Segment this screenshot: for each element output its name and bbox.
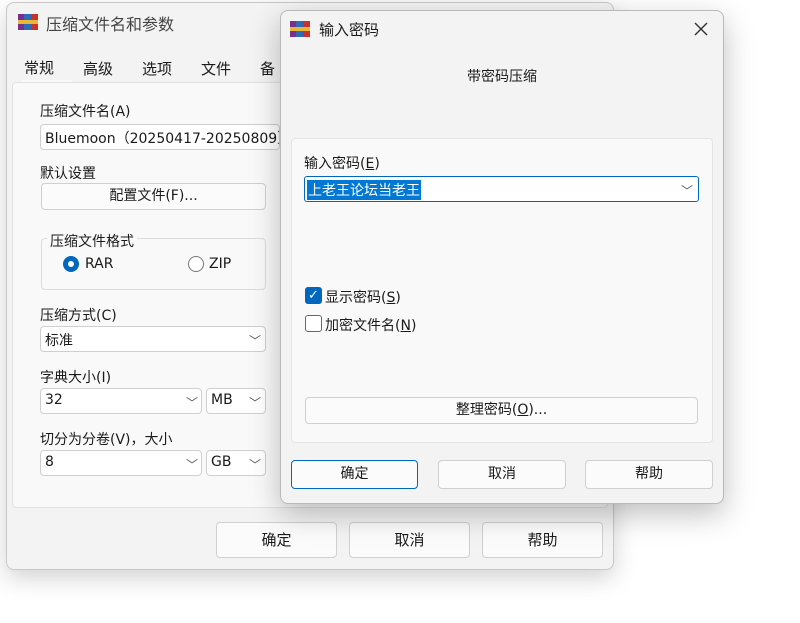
organize-passwords-button[interactable]: 整理密码(O)...	[305, 397, 698, 424]
chevron-down-icon: ﹀	[186, 396, 199, 410]
archive-name-label: 压缩文件名(A)	[40, 104, 131, 120]
chevron-down-icon: ﹀	[249, 334, 262, 348]
front-cancel-button[interactable]: 取消	[438, 460, 566, 489]
front-dialog-title: 输入密码	[319, 21, 380, 39]
radio-rar-label[interactable]: RAR	[85, 256, 113, 272]
close-icon[interactable]	[688, 16, 714, 42]
chevron-down-icon: ﹀	[249, 458, 262, 472]
organize-key: O	[517, 402, 529, 418]
encrypt-names-key: N	[400, 318, 411, 334]
radio-zip-label[interactable]: ZIP	[209, 256, 231, 272]
default-settings-label: 默认设置	[40, 166, 96, 182]
front-help-button[interactable]: 帮助	[585, 460, 713, 489]
back-dialog-title: 压缩文件名和参数	[46, 15, 175, 34]
split-size-input[interactable]: 8	[40, 450, 202, 476]
winrar-app-icon	[290, 20, 310, 38]
split-volume-label: 切分为分卷(V)，大小	[40, 432, 173, 448]
front-ok-button[interactable]: 确定	[291, 460, 418, 489]
chevron-down-icon: ﹀	[249, 396, 262, 410]
format-group-label: 压缩文件格式	[47, 231, 137, 251]
organize-end: )...	[528, 402, 548, 418]
back-cancel-button[interactable]: 取消	[349, 522, 470, 558]
split-size-value: 8	[45, 454, 54, 470]
dict-size-select[interactable]: 32	[40, 388, 202, 414]
method-label: 压缩方式(C)	[40, 308, 117, 324]
encrypt-names-end: )	[410, 318, 417, 334]
tab-options[interactable]: 选项	[142, 58, 172, 79]
chevron-down-icon[interactable]: ﹀	[681, 182, 693, 199]
archive-name-input[interactable]: Bluemoon（20250417-20250809）.r	[40, 124, 280, 150]
show-password-end: )	[395, 290, 401, 306]
tab-files[interactable]: 文件	[201, 58, 231, 79]
show-password-checkbox[interactable]: ✓	[305, 287, 322, 304]
back-ok-button[interactable]: 确定	[216, 522, 337, 558]
encrypt-names-checkbox[interactable]	[305, 315, 322, 332]
dict-size-value: 32	[45, 392, 63, 408]
show-password-label[interactable]: 显示密码(S)	[325, 287, 401, 307]
method-value: 标准	[45, 333, 73, 349]
dict-unit-value: MB	[211, 392, 233, 408]
tab-general[interactable]: 常规	[24, 57, 54, 78]
password-label: 输入密码(E)	[304, 153, 380, 173]
profiles-button[interactable]: 配置文件(F)...	[41, 183, 266, 210]
password-label-end: )	[374, 156, 380, 172]
organize-text: 整理密码(	[455, 402, 518, 418]
password-label-text: 输入密码(	[304, 156, 366, 172]
split-unit-value: GB	[211, 454, 232, 470]
password-label-key: E	[365, 156, 375, 172]
chevron-down-icon: ﹀	[186, 458, 199, 472]
radio-rar[interactable]	[63, 256, 79, 272]
tab-backup[interactable]: 备	[260, 58, 275, 79]
password-value: 上老王论坛当老王	[307, 180, 421, 200]
dialog-subtitle: 带密码压缩	[467, 69, 537, 85]
tab-advanced[interactable]: 高级	[83, 58, 113, 79]
password-input[interactable]: 上老王论坛当老王	[304, 176, 699, 202]
encrypt-names-label[interactable]: 加密文件名(N)	[325, 315, 416, 335]
encrypt-names-text: 加密文件名(	[325, 318, 401, 334]
winrar-app-icon	[18, 13, 38, 31]
radio-zip[interactable]	[188, 256, 204, 272]
back-help-button[interactable]: 帮助	[482, 522, 603, 558]
method-select[interactable]: 标准	[40, 326, 266, 352]
show-password-text: 显示密码(	[325, 290, 387, 306]
dict-size-label: 字典大小(I)	[40, 370, 112, 386]
